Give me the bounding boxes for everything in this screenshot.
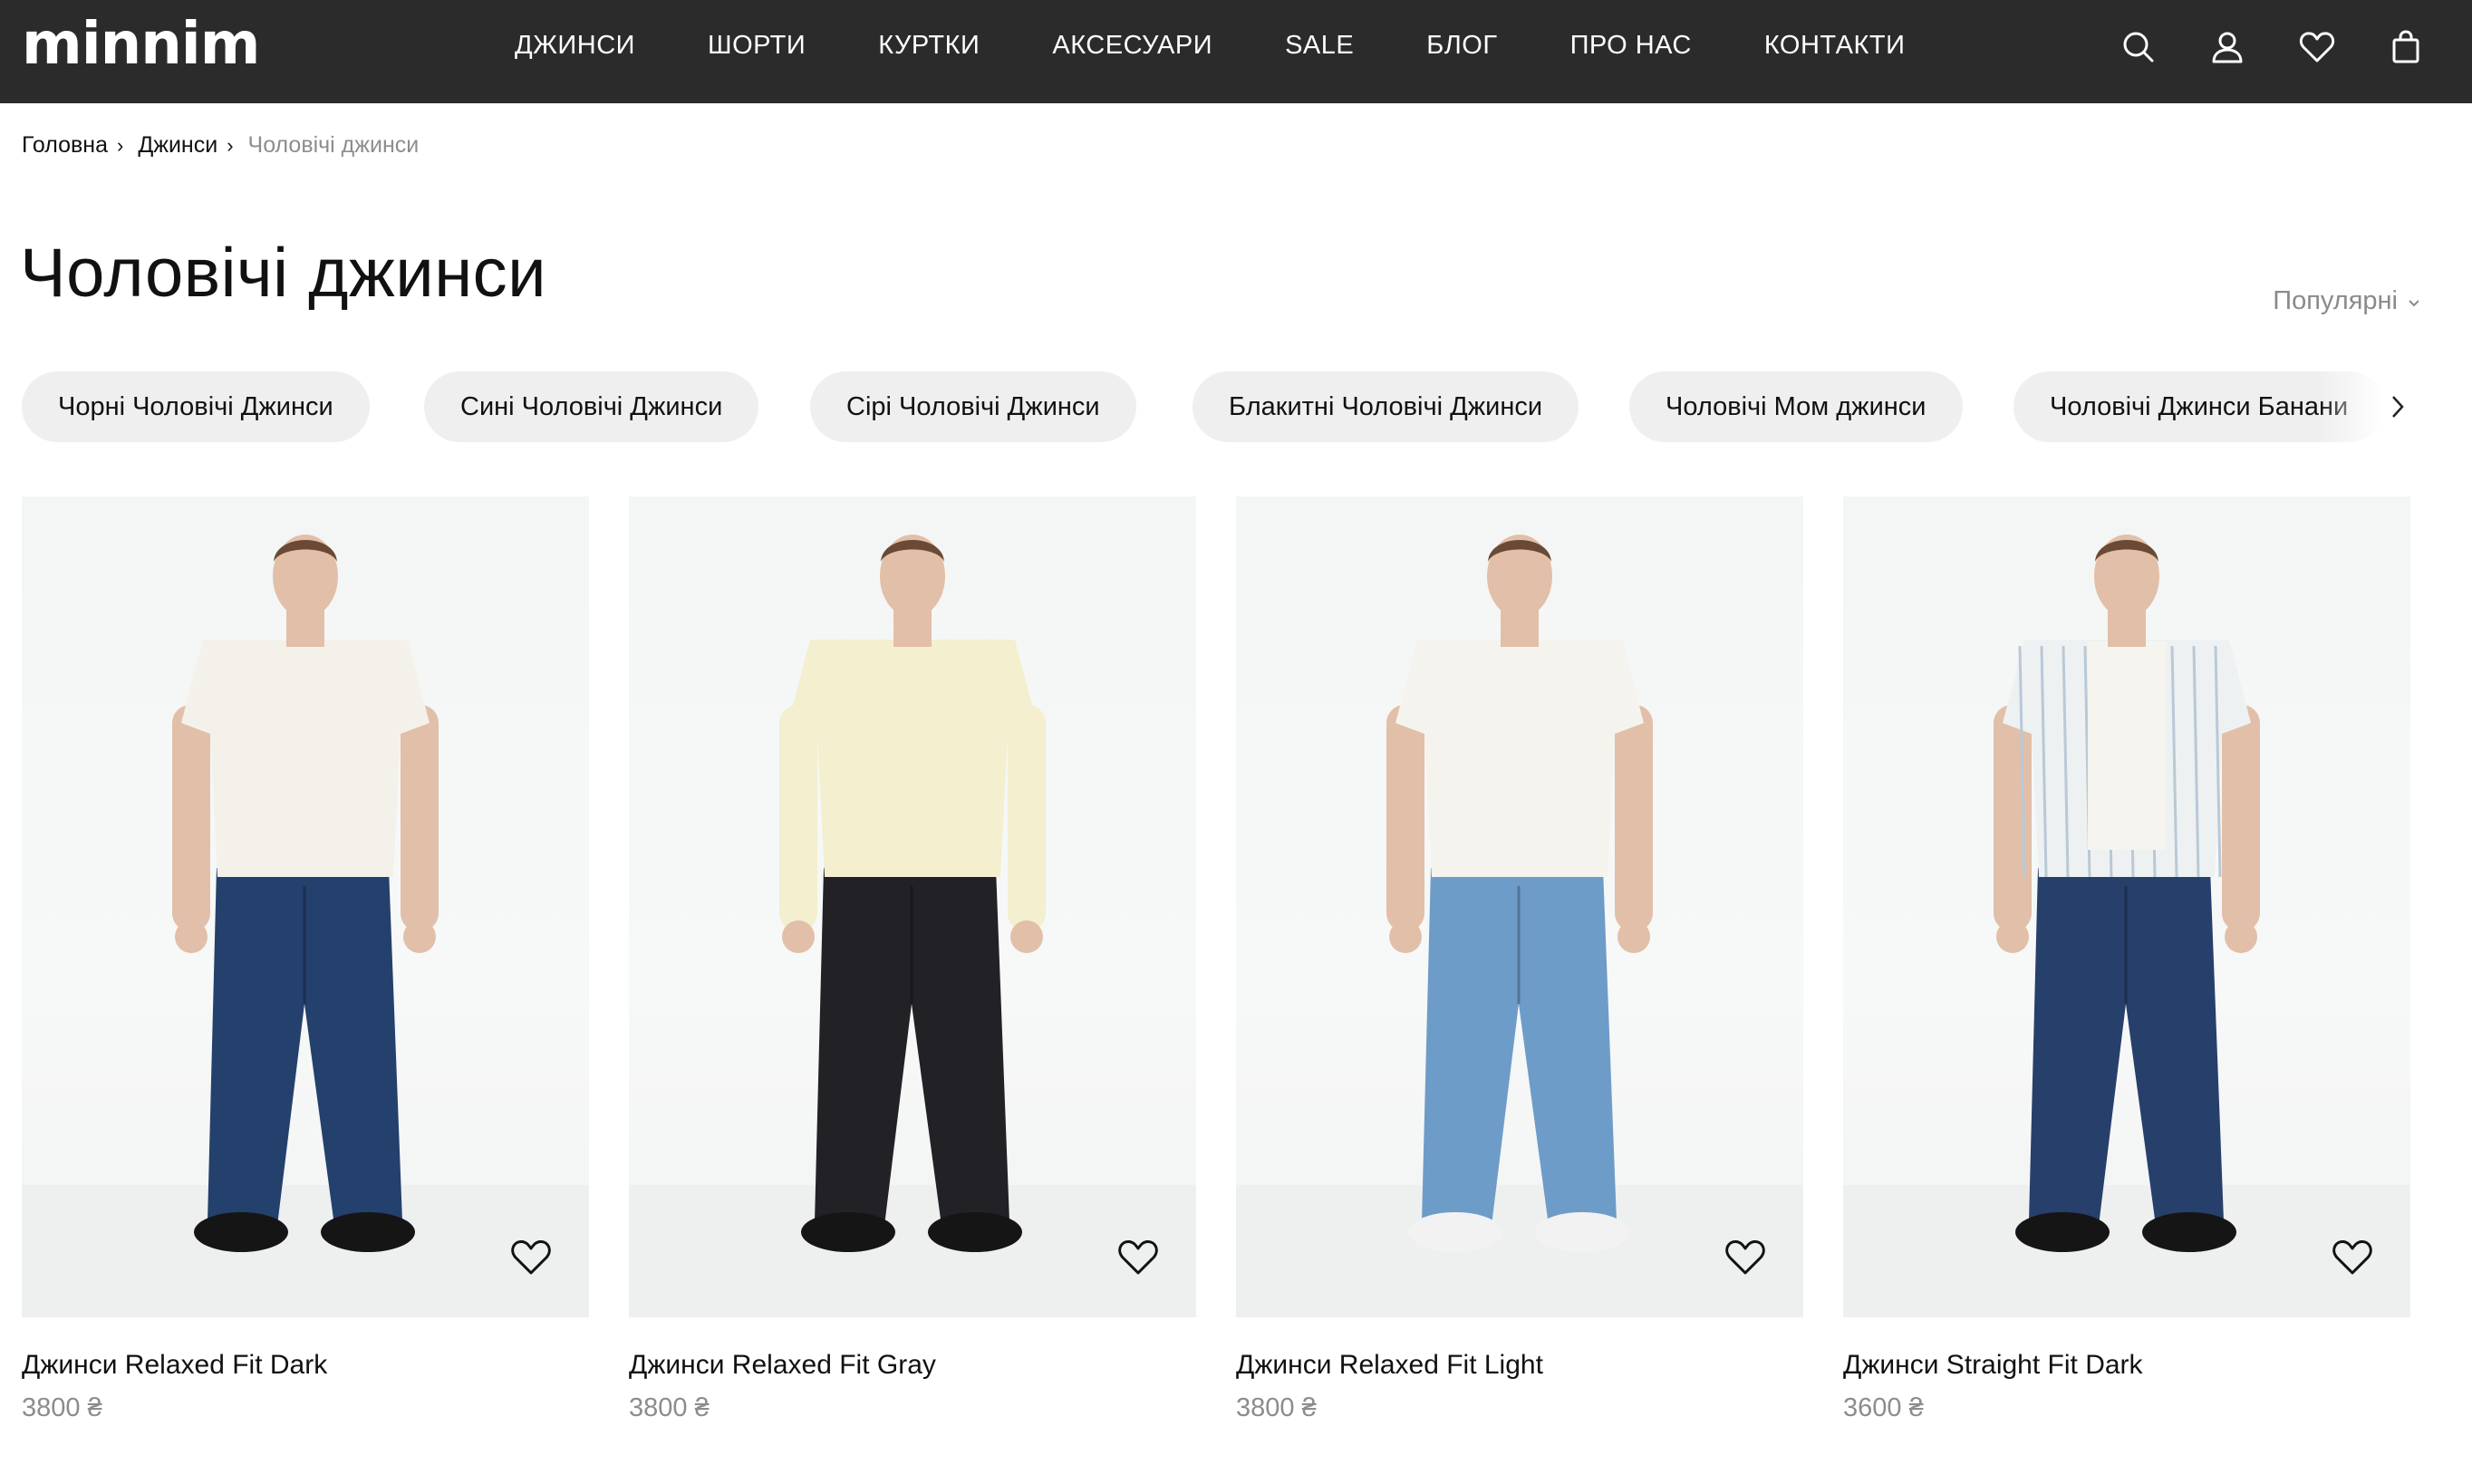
product-image[interactable] [1843,496,2410,1317]
right-hand [1010,920,1043,953]
left-hand [1389,920,1422,953]
photo-floor [22,1185,589,1317]
heart-icon[interactable] [2297,27,2337,67]
search-icon[interactable] [2119,27,2158,67]
breadcrumb-separator: › [227,133,234,157]
right-shoe [1535,1212,1629,1252]
nav-item-blog[interactable]: БЛОГ [1426,31,1497,61]
breadcrumb-home[interactable]: Головна [22,132,108,159]
left-shoe [1408,1212,1502,1252]
chevron-down-icon [2407,286,2421,316]
product-image[interactable] [1236,496,1803,1317]
breadcrumb: Головна › Джинси › Чоловічі джинси [22,132,419,159]
right-arm [1008,705,1046,931]
photo-floor [629,1185,1196,1317]
left-hand [1996,920,2029,953]
product-card[interactable]: Джинси Relaxed Fit Dark 3800 ₴ [22,496,589,1423]
chip-mom-jeans[interactable]: Чоловічі Мом джинси [1629,371,1963,442]
right-shoe [321,1212,415,1252]
breadcrumb-current: Чоловічі джинси [247,132,420,158]
top-garment [788,640,1037,877]
header-icons [2110,27,2472,71]
chip-gray-jeans[interactable]: Сірі Чоловічі Джинси [810,371,1136,442]
top-garment [1395,640,1644,877]
right-shoe [928,1212,1022,1252]
right-arm [401,705,439,931]
nav-item-shorts[interactable]: ШОРТИ [708,31,806,61]
nav-item-contacts[interactable]: КОНТАКТИ [1764,31,1906,61]
product-name[interactable]: Джинси Relaxed Fit Dark [22,1350,589,1381]
favorite-heart-icon[interactable] [1722,1236,1769,1279]
svg-text:minnim: minnim [22,16,257,71]
product-price: 3600 ₴ [1843,1393,1924,1422]
product-photo [1843,535,2410,1317]
nav-item-jackets[interactable]: КУРТКИ [878,31,980,61]
left-arm [1386,705,1424,931]
product-card[interactable]: Джинси Straight Fit Dark 3600 ₴ [1843,496,2410,1423]
nav-item-sale[interactable]: SALE [1285,31,1354,61]
product-card[interactable]: Джинси Relaxed Fit Gray 3800 ₴ [629,496,1196,1423]
page-title: Чоловічі джинси [20,235,547,312]
nav-item-accessories[interactable]: АКСЕСУАРИ [1052,31,1212,61]
right-shoe [2142,1212,2236,1252]
right-hand [2225,920,2257,953]
photo-floor [1236,1185,1803,1317]
left-shoe [194,1212,288,1252]
product-name[interactable]: Джинси Relaxed Fit Light [1236,1350,1803,1381]
product-name[interactable]: Джинси Relaxed Fit Gray [629,1350,1196,1381]
user-icon[interactable] [2207,27,2247,67]
left-shoe [2015,1212,2110,1252]
undershirt [2088,641,2166,850]
sort-label: Популярні [2273,286,2398,315]
product-photo [22,535,589,1317]
left-hand [782,920,815,953]
product-image[interactable] [22,496,589,1317]
product-price: 3800 ₴ [1236,1393,1317,1422]
brand-logo[interactable]: minnim [22,16,257,71]
product-image[interactable] [629,496,1196,1317]
chips-fade [2320,368,2438,446]
product-name[interactable]: Джинси Straight Fit Dark [1843,1350,2410,1381]
right-hand [1617,920,1650,953]
right-arm [1615,705,1653,931]
photo-floor [1843,1185,2410,1317]
favorite-heart-icon[interactable] [1115,1236,1162,1279]
right-hand [403,920,436,953]
product-photo [629,535,1196,1317]
right-arm [2222,705,2260,931]
site-header: minnim ДЖИНСИ ШОРТИ КУРТКИ АКСЕСУАРИ SAL… [0,0,2472,103]
left-arm [1994,705,2032,931]
left-shoe [801,1212,895,1252]
logo-wordmark: minnim [22,16,257,71]
main-nav: ДЖИНСИ ШОРТИ КУРТКИ АКСЕСУАРИ SALE БЛОГ … [515,0,1905,91]
category-chips: Чорні Чоловічі Джинси Сині Чоловічі Джин… [22,371,2432,442]
product-price: 3800 ₴ [629,1393,710,1422]
chip-blue-jeans[interactable]: Сині Чоловічі Джинси [424,371,759,442]
chevron-right-icon[interactable] [2380,386,2416,428]
breadcrumb-separator: › [116,133,124,157]
breadcrumb-jeans[interactable]: Джинси [138,132,217,159]
nav-item-jeans[interactable]: ДЖИНСИ [515,31,635,61]
left-arm [779,705,817,931]
product-price: 3800 ₴ [22,1393,102,1422]
chip-black-jeans[interactable]: Чорні Чоловічі Джинси [22,371,370,442]
left-arm [172,705,210,931]
chip-lightblue-jeans[interactable]: Блакитні Чоловічі Джинси [1193,371,1579,442]
favorite-heart-icon[interactable] [507,1236,555,1279]
product-photo [1236,535,1803,1317]
left-hand [175,920,208,953]
bag-icon[interactable] [2386,27,2426,67]
favorite-heart-icon[interactable] [2329,1236,2376,1279]
nav-item-about[interactable]: ПРО НАС [1570,31,1692,61]
product-card[interactable]: Джинси Relaxed Fit Light 3800 ₴ [1236,496,1803,1423]
top-garment [181,640,430,877]
sort-dropdown[interactable]: Популярні [2273,286,2421,316]
